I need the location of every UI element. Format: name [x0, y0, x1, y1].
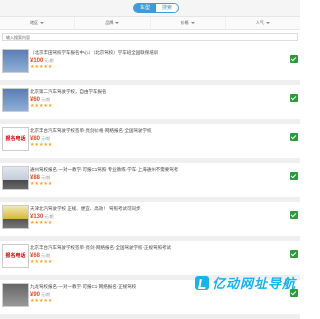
top-bar: 车型 搜索 — [0, 0, 300, 17]
thumbnail-text: 报名电话 — [5, 253, 26, 259]
filter-bar: 地区 品牌 价格 人气 — [0, 17, 300, 30]
listing-thumbnail[interactable] — [2, 166, 29, 190]
listing-thumbnail[interactable] — [2, 205, 29, 229]
filter-label: 品牌 — [105, 20, 114, 25]
price-unit: 元/期 — [44, 214, 54, 219]
listing-title[interactable]: 北京第二汽车驾驶学校，自由学车报名 — [30, 89, 260, 95]
tab-switcher: 车型 搜索 — [133, 3, 180, 13]
brand-logo-icon — [194, 275, 209, 290]
list-item[interactable]: 通州驾校报名·一对一教学·可报C1驾照·专业教练·学车·上海通州不需要驾考 ¥88… — [0, 163, 300, 202]
listing-title[interactable]: 天津北汽驾驶学校 正规、便宜、高效！ 驾照考试可同步 — [30, 206, 260, 212]
chevron-down-icon — [190, 21, 195, 24]
thumbnail-text: 报名电话 — [5, 136, 26, 142]
listing-thumbnail[interactable]: 报名电话 — [2, 244, 29, 268]
verified-check-icon — [290, 250, 298, 258]
watermark-text: 亿动网址导航 — [211, 276, 296, 291]
list-item[interactable]: 天津北汽驾驶学校 正规、便宜、高效！ 驾照考试可同步 ¥130元/期 ★★★★★ — [0, 202, 300, 241]
chevron-down-icon — [265, 21, 270, 24]
filter-label: 价格 — [180, 20, 189, 25]
listing-title[interactable]: 北京丰台汽车驾驶学校签单·亮剑·网络报名·全国驾驶学校·正规驾照考试 — [30, 245, 260, 251]
filter-popularity[interactable]: 人气 — [226, 17, 300, 29]
rating-stars: ★★★★★ — [30, 64, 53, 70]
filter-label: 地区 — [30, 20, 39, 25]
listing-thumbnail[interactable] — [2, 88, 29, 112]
list-item[interactable]: （北京丰田驾校学车报名中心）（北京驾校）学车班全国联保培训 ¥100元/期 ★★★★… — [0, 46, 300, 85]
listing-thumbnail[interactable] — [2, 49, 29, 73]
price-unit: 元/期 — [41, 97, 51, 102]
tab-search[interactable]: 搜索 — [156, 4, 179, 12]
verified-check-icon — [290, 55, 298, 63]
rating-stars: ★★★★★ — [30, 142, 53, 148]
rating-stars: ★★★★★ — [30, 181, 53, 187]
rating-stars: ★★★★★ — [30, 103, 53, 109]
rating-stars: ★★★★★ — [30, 259, 53, 265]
chevron-down-icon — [40, 21, 45, 24]
price-unit: 元/期 — [41, 253, 51, 258]
price-unit: 元/期 — [41, 136, 51, 141]
filter-price[interactable]: 价格 — [151, 17, 226, 29]
price-unit: 元/期 — [41, 292, 51, 297]
chevron-down-icon — [115, 21, 120, 24]
tab-models[interactable]: 车型 — [134, 4, 157, 12]
listing-thumbnail[interactable] — [2, 283, 29, 307]
watermark: 亿动网址导航 — [194, 273, 296, 292]
listing-thumbnail[interactable]: 报名电话 — [2, 127, 29, 151]
filter-brand[interactable]: 品牌 — [75, 17, 151, 29]
listing-title[interactable]: （北京丰田驾校学车报名中心）（北京驾校）学车班全国联保培训 — [30, 50, 260, 56]
filter-region[interactable]: 地区 — [0, 17, 76, 29]
list-item[interactable]: 报名电话 北京丰台汽车驾驶学校签单·亮剑价格·网络报名·全国驾驶学校 ¥80元/期 ★… — [0, 124, 300, 163]
verified-check-icon — [290, 133, 298, 141]
verified-check-icon — [290, 172, 298, 180]
filter-label: 人气 — [255, 20, 264, 25]
search-input[interactable]: 输入搜索内容 — [2, 33, 298, 41]
listing-title[interactable]: 通州驾校报名·一对一教学·可报C1驾照·专业教练·学车·上海通州不需要驾考 — [30, 167, 260, 173]
rating-stars: ★★★★★ — [30, 220, 53, 226]
listing-title[interactable]: 北京丰台汽车驾驶学校签单·亮剑价格·网络报名·全国驾驶学校 — [30, 128, 260, 134]
price-unit: 元/期 — [41, 175, 51, 180]
verified-check-icon — [290, 211, 298, 219]
list-item[interactable]: 北京第二汽车驾驶学校，自由学车报名 ¥60元/期 ★★★★★ — [0, 85, 300, 124]
price-unit: 元/期 — [44, 58, 54, 63]
verified-check-icon — [290, 94, 298, 102]
